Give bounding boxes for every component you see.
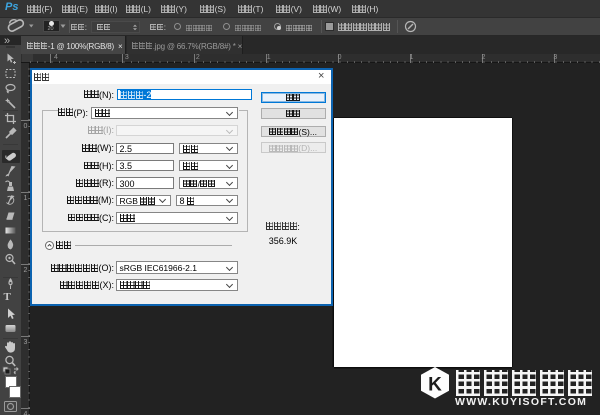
svg-text:K: K xyxy=(428,375,442,396)
